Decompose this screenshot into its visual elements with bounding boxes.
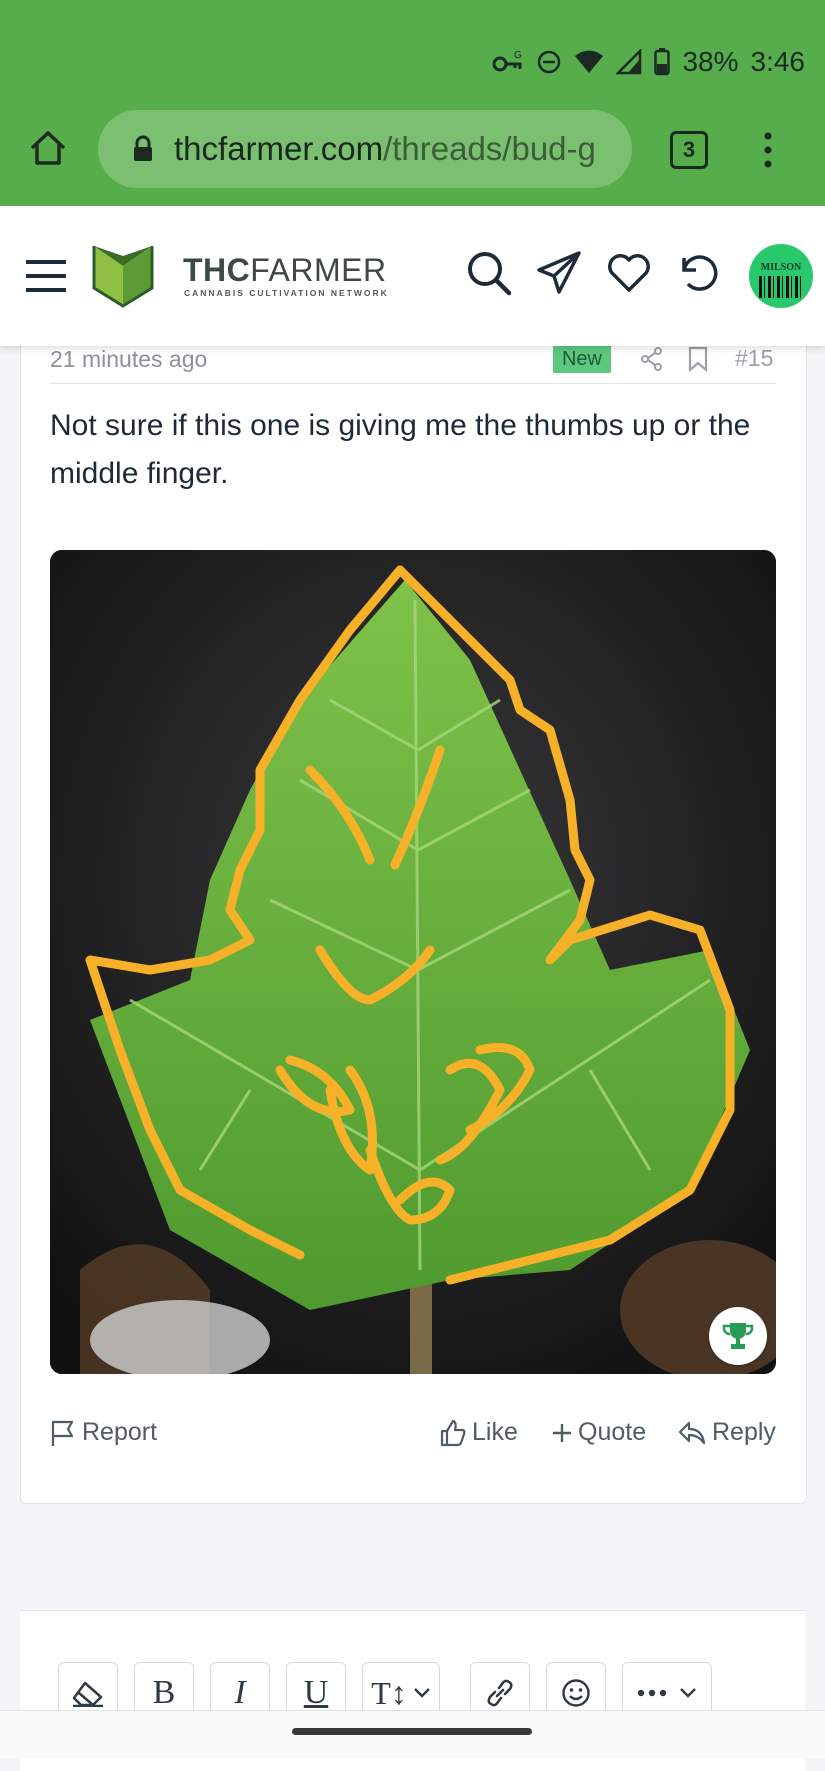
chevron-down-icon xyxy=(680,1688,696,1698)
menu-icon[interactable] xyxy=(24,258,68,294)
battery-icon xyxy=(654,48,671,76)
post-image[interactable] xyxy=(50,550,776,1374)
new-badge: New xyxy=(553,345,611,373)
quote-button[interactable]: Quote xyxy=(552,1418,646,1447)
site-header: THCFARMER CANNABIS CULTIVATION NETWORK M… xyxy=(0,206,825,346)
ellipsis-icon xyxy=(637,1689,667,1697)
post-message: Not sure if this one is giving me the th… xyxy=(50,409,751,490)
report-button[interactable]: Report xyxy=(50,1418,157,1447)
bookmark-icon[interactable] xyxy=(688,346,708,372)
status-bar: G 38% 3:46 xyxy=(492,44,805,80)
vpn-key-icon: G xyxy=(492,50,522,72)
battery-percent: 38% xyxy=(682,46,739,77)
home-gesture-pill[interactable] xyxy=(292,1728,532,1735)
eraser-icon xyxy=(72,1681,103,1707)
thcfarmer-logo[interactable] xyxy=(92,244,154,308)
search-icon[interactable] xyxy=(466,250,512,296)
post-number[interactable]: #15 xyxy=(735,345,773,372)
heart-icon[interactable] xyxy=(606,250,652,296)
trophy-icon[interactable] xyxy=(709,1307,767,1365)
plus-icon xyxy=(553,1423,571,1442)
user-avatar[interactable]: MILSON xyxy=(749,244,813,308)
svg-text:G: G xyxy=(514,50,522,61)
link-icon xyxy=(487,1679,513,1707)
post-time[interactable]: 21 minutes ago xyxy=(50,346,207,373)
home-icon[interactable] xyxy=(28,128,68,168)
flag-icon xyxy=(51,1420,74,1446)
tab-switcher-button[interactable]: 3 xyxy=(670,131,708,169)
send-icon[interactable] xyxy=(536,250,582,296)
lock-icon xyxy=(134,135,152,161)
reply-button[interactable]: Reply xyxy=(678,1418,776,1447)
thumbs-up-icon xyxy=(440,1419,466,1446)
share-icon[interactable] xyxy=(640,347,664,371)
browser-chrome: G 38% 3:46 thcfarmer.com/threads/bud-g 3 xyxy=(0,0,825,206)
url-text: thcfarmer.com/threads/bud-g xyxy=(174,130,596,167)
wifi-icon xyxy=(575,50,604,73)
cell-signal-icon xyxy=(616,49,642,75)
brand-tagline: CANNABIS CULTIVATION NETWORK xyxy=(184,288,389,298)
chevron-down-icon xyxy=(413,1688,430,1698)
brand-name: THCFARMER xyxy=(183,252,387,288)
do-not-disturb-icon xyxy=(538,50,561,74)
clock: 3:46 xyxy=(750,46,806,77)
history-icon[interactable] xyxy=(676,250,722,296)
leaf-photo xyxy=(50,550,776,1374)
like-button[interactable]: Like xyxy=(440,1418,518,1447)
reply-icon xyxy=(678,1421,706,1444)
address-bar[interactable]: thcfarmer.com/threads/bud-g xyxy=(98,110,632,188)
divider xyxy=(50,383,776,384)
browser-menu-icon[interactable] xyxy=(760,130,776,170)
smiley-icon xyxy=(562,1679,590,1707)
